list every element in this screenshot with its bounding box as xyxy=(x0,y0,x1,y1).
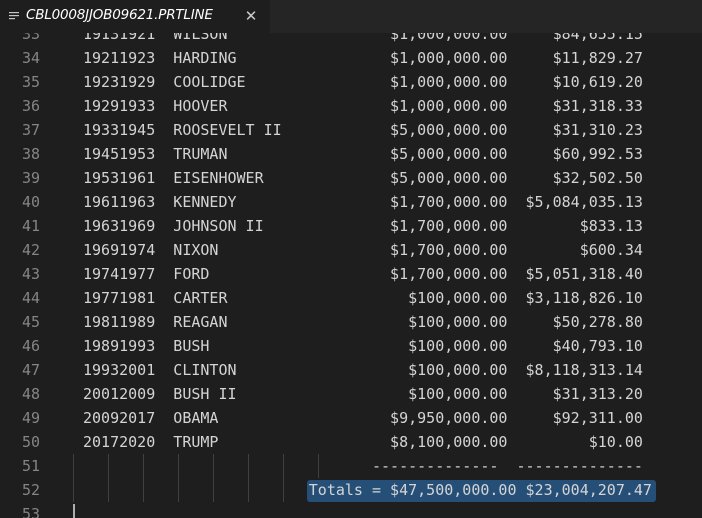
line-number: 41 xyxy=(21,217,40,235)
line-text: 20172020 TRUMP $8,100,000.00 $10.00 xyxy=(83,433,643,451)
line-number: 42 xyxy=(21,241,40,259)
editor-line[interactable]: 47 19932001 CLINTON $100,000.00 $8,118,31… xyxy=(0,358,702,382)
line-text: 19331945 ROOSEVELT II $5,000,000.00 $31,… xyxy=(83,121,643,139)
line-number: 46 xyxy=(21,337,40,355)
line-text: 19231929 COOLIDGE $1,000,000.00 $10,619.… xyxy=(83,73,643,91)
line-text: 19291933 HOOVER $1,000,000.00 $31,318.33 xyxy=(83,97,643,115)
line-number: 51 xyxy=(21,457,40,475)
line-text: 20092017 OBAMA $9,950,000.00 $92,311.00 xyxy=(83,409,643,427)
editor-line[interactable]: 42 19691974 NIXON $1,700,000.00 $600.34 xyxy=(0,238,702,262)
line-text: 19451953 TRUMAN $5,000,000.00 $60,992.53 xyxy=(83,145,643,163)
close-icon[interactable]: ✕ xyxy=(240,5,262,27)
line-number: 35 xyxy=(21,73,40,91)
line-number: 33 xyxy=(21,33,40,43)
line-number: 47 xyxy=(21,361,40,379)
indent-guide xyxy=(73,478,74,502)
line-number: 34 xyxy=(21,49,40,67)
text-file-icon xyxy=(9,12,19,20)
editor-line[interactable]: 33 19131921 WILSON $1,000,000.00 $84,655.… xyxy=(0,33,702,46)
line-number: 36 xyxy=(21,97,40,115)
line-text: 19771981 CARTER $100,000.00 $3,118,826.1… xyxy=(83,289,643,307)
editor-line[interactable]: 36 19291933 HOOVER $1,000,000.00 $31,318.… xyxy=(0,94,702,118)
editor-line[interactable]: 41 19631969 JOHNSON II $1,700,000.00 $833… xyxy=(0,214,702,238)
line-text: 19211923 HARDING $1,000,000.00 $11,829.2… xyxy=(83,49,643,67)
line-text: 19811989 REAGAN $100,000.00 $50,278.80 xyxy=(83,313,643,331)
editor-line[interactable]: 50 20172020 TRUMP $8,100,000.00 $10.00 xyxy=(0,430,702,454)
line-text: 19531961 EISENHOWER $5,000,000.00 $32,50… xyxy=(83,169,643,187)
line-number: 49 xyxy=(21,409,40,427)
line-number: 37 xyxy=(21,121,40,139)
editor-line[interactable]: 37 19331945 ROOSEVELT II $5,000,000.00 $3… xyxy=(0,118,702,142)
line-text: 20012009 BUSH II $100,000.00 $31,313.20 xyxy=(83,385,643,403)
line-number: 52 xyxy=(21,481,40,499)
editor-line[interactable]: 46 19891993 BUSH $100,000.00 $40,793.10 xyxy=(0,334,702,358)
tab-prtline-file[interactable]: CBL0008JJOB09621.PRTLINE ✕ xyxy=(0,0,270,33)
line-number: 45 xyxy=(21,313,40,331)
editor-line[interactable]: 45 19811989 REAGAN $100,000.00 $50,278.80 xyxy=(0,310,702,334)
line-text: 19131921 WILSON $1,000,000.00 $84,655.15 xyxy=(83,33,643,43)
editor-line[interactable]: 53 xyxy=(0,502,702,518)
line-number: 43 xyxy=(21,265,40,283)
tab-bar: CBL0008JJOB09621.PRTLINE ✕ xyxy=(0,0,702,33)
line-text: -------------- -------------- xyxy=(83,457,643,475)
editor-line[interactable]: 48 20012009 BUSH II $100,000.00 $31,313.2… xyxy=(0,382,702,406)
editor-line[interactable]: 34 19211923 HARDING $1,000,000.00 $11,829… xyxy=(0,46,702,70)
text-cursor xyxy=(73,504,75,518)
editor-line[interactable]: 52 Totals = $47,500,000.00 $23,004,207.4… xyxy=(0,478,702,502)
line-text: 19891993 BUSH $100,000.00 $40,793.10 xyxy=(83,337,643,355)
text-editor[interactable]: 33 19131921 WILSON $1,000,000.00 $84,655.… xyxy=(0,33,702,518)
line-number: 44 xyxy=(21,289,40,307)
line-text: 19691974 NIXON $1,700,000.00 $600.34 xyxy=(83,241,643,259)
editor-line[interactable]: 40 19611963 KENNEDY $1,700,000.00 $5,084,… xyxy=(0,190,702,214)
line-text: 19932001 CLINTON $100,000.00 $8,118,313.… xyxy=(83,361,643,379)
editor-window: CBL0008JJOB09621.PRTLINE ✕ 33 19131921 WI… xyxy=(0,0,702,518)
line-text: 19611963 KENNEDY $1,700,000.00 $5,084,03… xyxy=(83,193,643,211)
editor-line[interactable]: 35 19231929 COOLIDGE $1,000,000.00 $10,61… xyxy=(0,70,702,94)
editor-line[interactable]: 43 19741977 FORD $1,700,000.00 $5,051,318… xyxy=(0,262,702,286)
tab-title: CBL0008JJOB09621.PRTLINE xyxy=(26,7,213,23)
editor-line[interactable]: 39 19531961 EISENHOWER $5,000,000.00 $32,… xyxy=(0,166,702,190)
line-number: 39 xyxy=(21,169,40,187)
editor-line[interactable]: 38 19451953 TRUMAN $5,000,000.00 $60,992.… xyxy=(0,142,702,166)
line-number: 50 xyxy=(21,433,40,451)
line-text: 19741977 FORD $1,700,000.00 $5,051,318.4… xyxy=(83,265,643,283)
line-number: 48 xyxy=(21,385,40,403)
line-number: 40 xyxy=(21,193,40,211)
indent-guide xyxy=(73,454,74,478)
line-text: Totals = $47,500,000.00 $23,004,207.47 xyxy=(83,481,652,499)
line-text: 19631969 JOHNSON II $1,700,000.00 $833.1… xyxy=(83,217,643,235)
line-number: 38 xyxy=(21,145,40,163)
line-number: 53 xyxy=(21,505,40,518)
editor-line[interactable]: 44 19771981 CARTER $100,000.00 $3,118,826… xyxy=(0,286,702,310)
editor-line[interactable]: 51 -------------- -------------- xyxy=(0,454,702,478)
editor-line[interactable]: 49 20092017 OBAMA $9,950,000.00 $92,311.0… xyxy=(0,406,702,430)
